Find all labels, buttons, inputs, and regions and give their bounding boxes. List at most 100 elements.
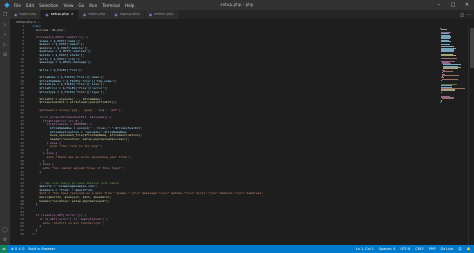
code-area[interactable]: <?php include 'db.php'; if(isset($_POST[… bbox=[32, 25, 438, 236]
minimap-line bbox=[440, 29, 447, 31]
minimap[interactable] bbox=[438, 25, 468, 245]
minimap-line bbox=[443, 70, 454, 72]
code-token: $fileName = $_FILES['file']['name']; bbox=[32, 75, 105, 79]
menu-item-terminal[interactable]: Terminal bbox=[102, 3, 120, 8]
tab-close-icon[interactable]: × bbox=[71, 10, 74, 19]
minimap-line bbox=[441, 41, 452, 42]
php-file-icon: ◉ bbox=[148, 12, 153, 17]
extensions-icon[interactable]: ⊞ bbox=[0, 50, 10, 60]
menu-item-run[interactable]: Run bbox=[89, 3, 97, 8]
minimap-line bbox=[441, 90, 455, 92]
source-control-icon[interactable]: ⑂ bbox=[0, 30, 10, 40]
php-file-icon: ◉ bbox=[14, 12, 18, 17]
code-token: $fileType = $_FILES['file']['type']; bbox=[32, 90, 105, 94]
tab-login-php[interactable]: ◉ login.php bbox=[10, 10, 42, 19]
activity-bar: ❐ ⌕ ⑂ ▷ ⊞ ◯ ⚙ bbox=[0, 10, 10, 245]
code-token: $fileNameNew = uniqid('', true).".".$fil… bbox=[32, 126, 143, 130]
code-token: header("Location: setup.php?mailsend"); bbox=[32, 199, 110, 203]
search-icon[interactable]: ⌕ bbox=[0, 20, 10, 30]
gear-icon[interactable]: ⚙ bbox=[0, 235, 10, 245]
remote-icon[interactable]: ⇌ bbox=[0, 245, 8, 253]
code-token: } bbox=[32, 148, 49, 152]
status-right-item[interactable]: Go Live bbox=[441, 245, 454, 253]
window-controls: – □ ✕ bbox=[432, 0, 474, 10]
php-file-icon: ◉ bbox=[45, 12, 49, 17]
code-token: if(in_array($fileActualExt, $allowed)) { bbox=[32, 116, 112, 120]
status-right-item[interactable]: UTF-8 bbox=[400, 245, 410, 253]
run-debug-icon[interactable]: ▷ bbox=[0, 40, 10, 50]
code-token: echo "You cannot upload files of this ty… bbox=[32, 166, 125, 170]
menu-item-file[interactable]: File bbox=[14, 3, 21, 8]
tab-admin-php[interactable]: ◉ admin.php bbox=[144, 10, 179, 19]
minimap-line bbox=[441, 98, 454, 100]
code-token: } bbox=[32, 228, 38, 232]
close-icon[interactable]: ✕ bbox=[460, 0, 474, 10]
code-token: } bbox=[32, 159, 45, 163]
code-token: $headers = "From: ".$mailFrom; bbox=[32, 188, 94, 192]
code-token: if (isset($_GET['error'])) { bbox=[32, 214, 87, 218]
code-token: } else { bbox=[32, 163, 54, 167]
code-token: $mailTo = "example@example.com"; bbox=[32, 185, 98, 189]
code-token: } bbox=[32, 225, 42, 229]
status-left-item[interactable]: Built in Browser bbox=[28, 247, 55, 251]
menu-item-help[interactable]: Help bbox=[125, 3, 135, 8]
status-right-item[interactable]: Spaces: 4 bbox=[379, 245, 395, 253]
scrollbar-thumb[interactable] bbox=[470, 28, 474, 68]
status-left: ⊗ 0 ⚠ 0 Built in Browser bbox=[8, 247, 55, 251]
code-token: if($fileSize < 1000000) { bbox=[32, 123, 92, 127]
code-token: } else { bbox=[32, 141, 61, 145]
editor-tabs: ◉ login.php ◉ setup.php × ◉ main.php ◉ signup.ph… bbox=[10, 10, 474, 19]
code-token: $name = $_POST['name']; bbox=[32, 39, 81, 43]
code-token: if(isset($_POST['submit'])) { bbox=[32, 35, 88, 39]
tab-label: setup.php bbox=[50, 12, 69, 16]
code-token: // Use into query to save details into t… bbox=[32, 181, 119, 185]
code-token: if ($_GET['error'] == "emptyfields") { bbox=[32, 217, 108, 221]
minimize-icon[interactable]: – bbox=[432, 0, 446, 10]
menu-bar: File Edit Selection View Go Run Terminal Help bbox=[14, 3, 134, 8]
code-token: $city = $_POST['city']; bbox=[32, 57, 81, 61]
code-token: ?> bbox=[32, 232, 36, 236]
code-token: mail($mailTo, $subject, $txt, $headers); bbox=[32, 196, 112, 200]
title-bar: ◆ File Edit Selection View Go Run Terminal Help bbox=[0, 0, 474, 10]
code-token: echo "There was an error uploading your … bbox=[32, 156, 132, 160]
code-token: move_uploaded_file($fileTmpName, $fileDe… bbox=[32, 134, 143, 138]
tab-actions: ◫ ⋯ bbox=[460, 10, 471, 19]
code-token: echo "Your file is too big!"; bbox=[32, 145, 103, 149]
split-editor-icon[interactable]: ◫ bbox=[460, 10, 464, 19]
account-icon[interactable]: ◯ bbox=[0, 225, 10, 235]
status-left-item[interactable]: ⊗ 0 ⚠ 0 bbox=[11, 247, 24, 251]
tab-signup-php[interactable]: ◉ signup.php bbox=[110, 10, 145, 19]
code-token: $fileActualExt = strtolower(end($fileExt… bbox=[32, 101, 117, 105]
code-token: } else { bbox=[32, 152, 58, 156]
tab-setup-php[interactable]: ◉ setup.php × bbox=[41, 10, 79, 19]
status-right-item[interactable]: CRLF bbox=[415, 245, 424, 253]
vertical-scrollbar[interactable] bbox=[468, 25, 474, 245]
code-token: } bbox=[32, 203, 38, 207]
code-token: echo '<p>Fill in all fields!</p>'; bbox=[32, 221, 105, 225]
menu-item-view[interactable]: View bbox=[63, 3, 73, 8]
code-token: $fileSize = $_FILES['file']['size']; bbox=[32, 83, 105, 87]
code-token: $fileError = $_FILES['file']['error']; bbox=[32, 86, 108, 90]
explorer-icon[interactable]: ❐ bbox=[0, 10, 10, 20]
menu-item-edit[interactable]: Edit bbox=[26, 3, 34, 8]
code-token: } bbox=[32, 170, 42, 174]
status-right-item[interactable]: PHP bbox=[429, 245, 436, 253]
line-numbers: 1 2 3 4 5 6 7 8 9 10 11 12 13 14 15 16 17 18 19 20 21 22 23 24 2… bbox=[10, 25, 26, 236]
status-right-item[interactable]: 🔔 bbox=[467, 245, 471, 253]
menu-item-selection[interactable]: Selection bbox=[39, 3, 58, 8]
more-actions-icon[interactable]: ⋯ bbox=[467, 10, 471, 19]
menu-item-go[interactable]: Go bbox=[78, 3, 84, 8]
status-right-item[interactable]: Ln 1, Col 1 bbox=[356, 245, 374, 253]
code-line[interactable]: ?> bbox=[32, 233, 438, 237]
maximize-icon[interactable]: □ bbox=[446, 0, 460, 10]
line-number: 58 bbox=[20, 231, 24, 236]
code-token: $message = $_POST['message']; bbox=[32, 61, 92, 65]
tab-main-php[interactable]: ◉ main.php bbox=[78, 10, 111, 19]
code-editor[interactable]: 1 2 3 4 5 6 7 8 9 10 11 12 13 14 15 16 17 18 19 20 21 22 23 24 2… bbox=[10, 25, 438, 245]
minimap-line bbox=[441, 43, 450, 45]
code-token: $file = $_FILES['file']; bbox=[32, 68, 83, 72]
minimap-line bbox=[441, 55, 457, 57]
status-right-item[interactable]: ☺ bbox=[458, 245, 462, 253]
code-token: $email = $_POST['email']; bbox=[32, 43, 85, 47]
minimap-line bbox=[441, 78, 458, 80]
